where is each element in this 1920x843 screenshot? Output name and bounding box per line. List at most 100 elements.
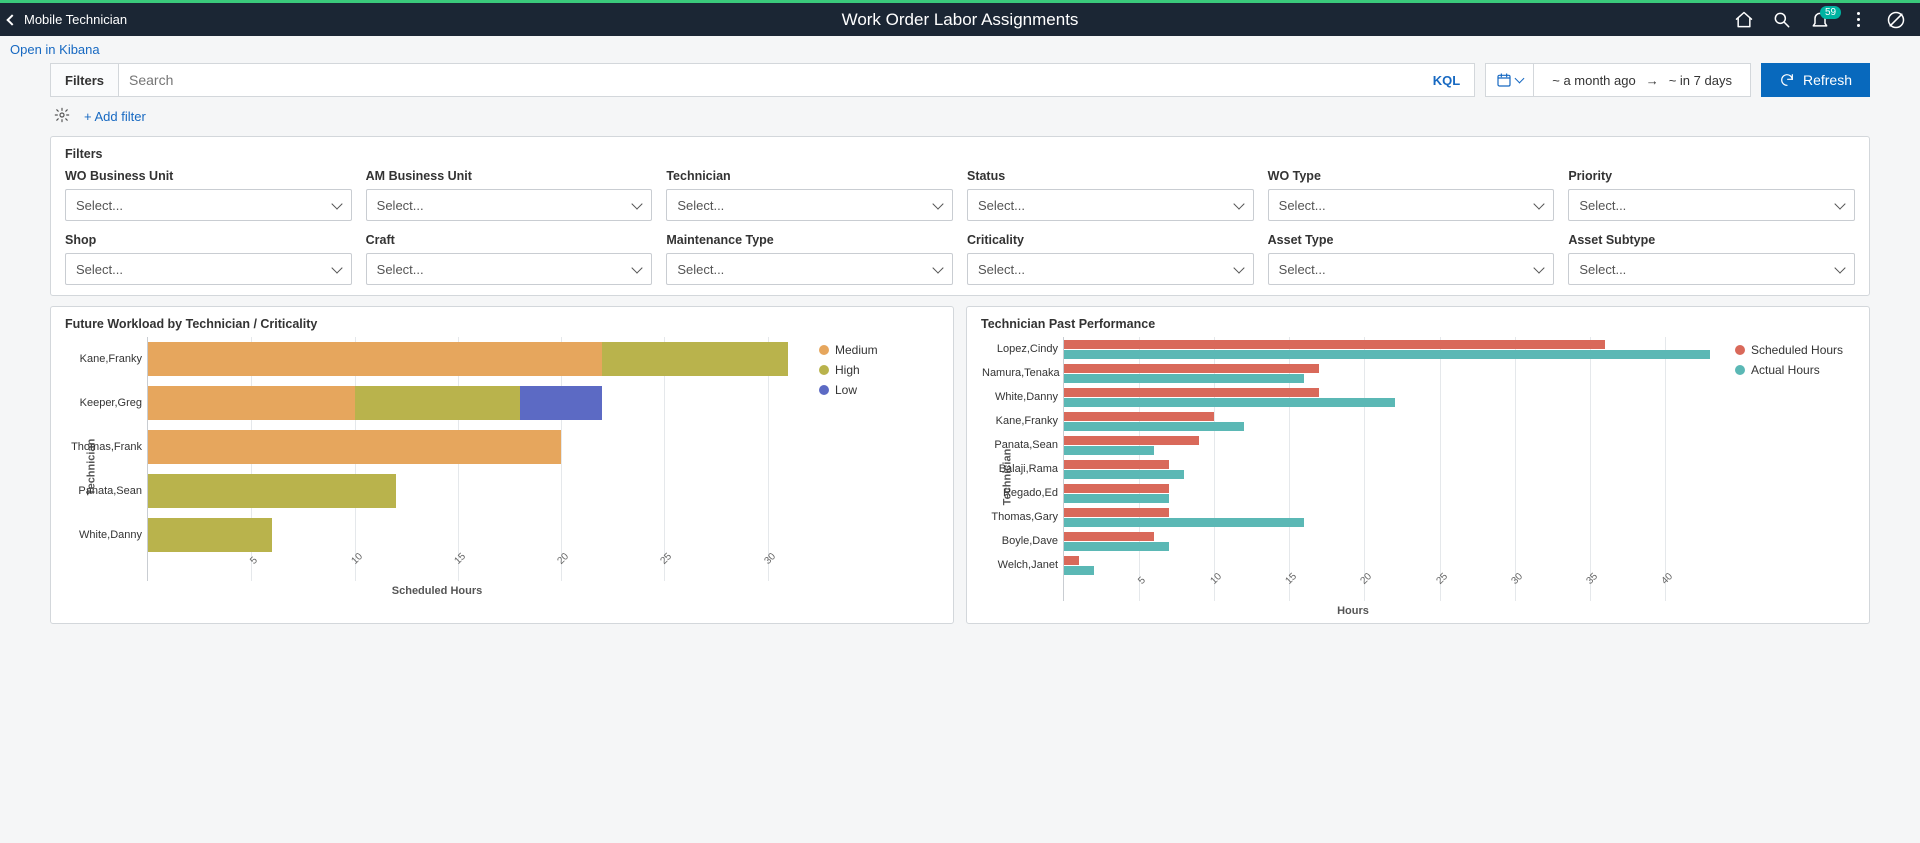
filter-label: Priority xyxy=(1568,169,1855,183)
select-placeholder: Select... xyxy=(377,198,424,213)
filter-label: AM Business Unit xyxy=(366,169,653,183)
filter-select-craft[interactable]: Select... xyxy=(366,253,653,285)
filter-select-asset-type[interactable]: Select... xyxy=(1268,253,1555,285)
chart-title: Technician Past Performance xyxy=(981,317,1855,331)
bar-segment xyxy=(1064,350,1710,359)
legend-item[interactable]: Low xyxy=(819,383,939,397)
filter-select-shop[interactable]: Select... xyxy=(65,253,352,285)
filters-panel: Filters WO Business Unit Select... AM Bu… xyxy=(50,136,1870,296)
y-tick-label: Panata,Sean xyxy=(66,485,142,497)
chart-card-workload: Future Workload by Technician / Critical… xyxy=(50,306,954,624)
legend-label: Scheduled Hours xyxy=(1751,343,1843,357)
chevron-down-icon xyxy=(632,262,643,273)
search-icon[interactable] xyxy=(1772,10,1792,30)
refresh-button[interactable]: Refresh xyxy=(1761,63,1870,97)
search-box: Filters KQL xyxy=(50,63,1475,97)
bar-segment xyxy=(1064,460,1169,469)
search-input[interactable] xyxy=(119,64,1419,96)
y-tick-label: Thomas,Gary xyxy=(982,511,1058,523)
bar-segment xyxy=(1064,398,1395,407)
chart-row: Balaji,Rama xyxy=(1064,457,1725,481)
filter-select-am-business-unit[interactable]: Select... xyxy=(366,189,653,221)
bar-segment xyxy=(1064,422,1244,431)
chevron-down-icon xyxy=(1834,198,1845,209)
calendar-icon[interactable] xyxy=(1486,64,1534,96)
select-placeholder: Select... xyxy=(76,262,123,277)
legend-label: Medium xyxy=(835,343,878,357)
chart-legend: Scheduled Hours Actual Hours xyxy=(1725,337,1855,617)
bar-segment xyxy=(1064,532,1154,541)
bar-segment xyxy=(148,474,396,508)
filter-label: Criticality xyxy=(967,233,1254,247)
filter-select-wo-business-unit[interactable]: Select... xyxy=(65,189,352,221)
legend-item[interactable]: Scheduled Hours xyxy=(1735,343,1855,357)
chart-plot: Technician Lopez,Cindy Namura,Tenaka Whi… xyxy=(981,337,1725,617)
chart-row: Keeper,Greg xyxy=(148,381,809,425)
x-axis-label: Hours xyxy=(981,605,1725,617)
date-range-picker[interactable]: ~ a month ago → ~ in 7 days xyxy=(1485,63,1751,97)
chevron-down-icon xyxy=(1534,262,1545,273)
select-placeholder: Select... xyxy=(76,198,123,213)
filter-label: Craft xyxy=(366,233,653,247)
x-tick-label: 5 xyxy=(249,555,261,567)
chevron-down-icon xyxy=(331,198,342,209)
bar-segment xyxy=(1064,518,1304,527)
back-button[interactable]: Mobile Technician xyxy=(0,12,127,27)
filter-select-maintenance-type[interactable]: Select... xyxy=(666,253,953,285)
bar-segment xyxy=(1064,508,1169,517)
chevron-down-icon xyxy=(331,262,342,273)
gear-icon[interactable] xyxy=(54,107,70,126)
kql-toggle[interactable]: KQL xyxy=(1419,64,1474,96)
legend-item[interactable]: Medium xyxy=(819,343,939,357)
filter-select-status[interactable]: Select... xyxy=(967,189,1254,221)
notification-badge: 59 xyxy=(1820,6,1841,19)
filter-select-technician[interactable]: Select... xyxy=(666,189,953,221)
add-filter-link[interactable]: + Add filter xyxy=(84,109,146,124)
legend-label: High xyxy=(835,363,860,377)
legend-swatch xyxy=(819,345,829,355)
chart-legend: Medium High Low xyxy=(809,337,939,597)
legend-swatch xyxy=(819,365,829,375)
filter-select-wo-type[interactable]: Select... xyxy=(1268,189,1555,221)
legend-swatch xyxy=(819,385,829,395)
y-tick-label: Namura,Tenaka xyxy=(982,367,1058,379)
legend-item[interactable]: Actual Hours xyxy=(1735,363,1855,377)
bar-segment xyxy=(1064,542,1169,551)
bar-segment xyxy=(1064,484,1169,493)
app-header: Mobile Technician Work Order Labor Assig… xyxy=(0,0,1920,36)
y-tick-label: Welch,Janet xyxy=(982,559,1058,571)
more-menu-icon[interactable] xyxy=(1848,10,1868,30)
notifications-icon[interactable]: 59 xyxy=(1810,10,1830,30)
select-placeholder: Select... xyxy=(978,262,1025,277)
compass-icon[interactable] xyxy=(1886,10,1906,30)
plot-area: Kane,Franky Keeper,Greg Thomas,Frank Pan… xyxy=(147,337,809,581)
legend-item[interactable]: High xyxy=(819,363,939,377)
filter-select-criticality[interactable]: Select... xyxy=(967,253,1254,285)
filter-label: WO Business Unit xyxy=(65,169,352,183)
select-placeholder: Select... xyxy=(377,262,424,277)
filter-select-priority[interactable]: Select... xyxy=(1568,189,1855,221)
y-tick-label: Panata,Sean xyxy=(982,439,1058,451)
y-tick-label: Regado,Ed xyxy=(982,487,1058,499)
chart-row: White,Danny xyxy=(1064,385,1725,409)
chart-row: Lopez,Cindy xyxy=(1064,337,1725,361)
chevron-down-icon xyxy=(932,198,943,209)
filter-label: Technician xyxy=(666,169,953,183)
page-title: Work Order Labor Assignments xyxy=(842,10,1079,30)
select-placeholder: Select... xyxy=(1579,262,1626,277)
chart-row: Kane,Franky xyxy=(1064,409,1725,433)
y-tick-label: White,Danny xyxy=(66,529,142,541)
chart-title: Future Workload by Technician / Critical… xyxy=(65,317,939,331)
chevron-down-icon xyxy=(1233,262,1244,273)
filter-label: Asset Type xyxy=(1268,233,1555,247)
select-placeholder: Select... xyxy=(1279,262,1326,277)
chart-plot: Technician Kane,Franky Keeper,Greg Thoma… xyxy=(65,337,809,597)
bar-segment xyxy=(1064,364,1319,373)
bar-segment xyxy=(1064,470,1184,479)
plot-area: Lopez,Cindy Namura,Tenaka White,Danny Ka… xyxy=(1063,337,1725,601)
open-in-kibana-link[interactable]: Open in Kibana xyxy=(10,42,100,57)
filters-button[interactable]: Filters xyxy=(51,64,119,96)
filter-select-asset-subtype[interactable]: Select... xyxy=(1568,253,1855,285)
filters-panel-title: Filters xyxy=(65,147,1855,161)
home-icon[interactable] xyxy=(1734,10,1754,30)
